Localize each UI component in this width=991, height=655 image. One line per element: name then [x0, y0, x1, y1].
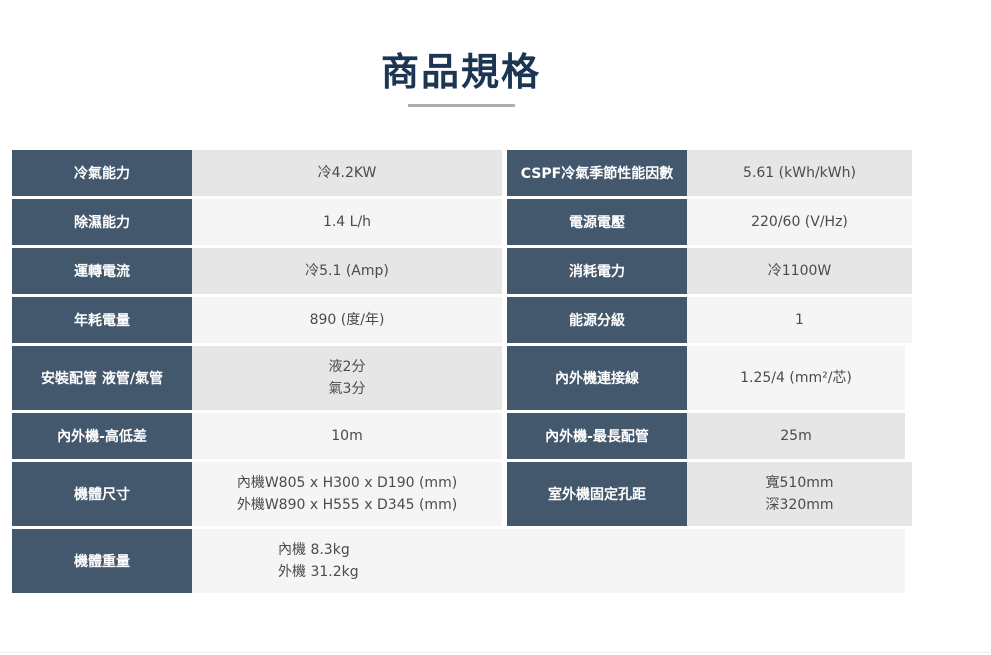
spec-row-weight: 機體重量 內機 8.3kg 外機 31.2kg	[12, 529, 905, 593]
spec-value: 220/60 (V/Hz)	[687, 199, 912, 245]
spec-label: 機體尺寸	[12, 462, 192, 526]
spec-value: 10m	[192, 413, 502, 459]
spec-label: 運轉電流	[12, 248, 192, 294]
spec-label: 內外機-高低差	[12, 413, 192, 459]
spec-label: 室外機固定孔距	[507, 462, 687, 526]
spec-label: 機體重量	[12, 529, 192, 593]
spec-row: 安裝配管 液管/氣管 液2分 氣3分 內外機連接線 1.25/4 (mm²/芯)	[12, 346, 912, 410]
spec-value: 1	[687, 297, 912, 343]
spec-label: CSPF冷氣季節性能因數	[507, 150, 687, 196]
spec-row: 機體尺寸 內機W805 x H300 x D190 (mm) 外機W890 x …	[12, 462, 912, 526]
spec-label: 除濕能力	[12, 199, 192, 245]
spec-value: 冷1100W	[687, 248, 912, 294]
spec-value: 1.25/4 (mm²/芯)	[687, 346, 905, 410]
spec-value: 25m	[687, 413, 905, 459]
page-title: 商品規格	[380, 50, 541, 94]
spec-value: 1.4 L/h	[192, 199, 502, 245]
spec-label: 能源分級	[507, 297, 687, 343]
spec-label: 年耗電量	[12, 297, 192, 343]
spec-value: 5.61 (kWh/kWh)	[687, 150, 912, 196]
spec-label: 冷氣能力	[12, 150, 192, 196]
title-underline	[408, 104, 515, 107]
spec-row: 運轉電流 冷5.1 (Amp) 消耗電力 冷1100W	[12, 248, 912, 294]
spec-value: 寬510mm 深320mm	[687, 462, 912, 526]
footer-divider	[0, 652, 991, 653]
spec-label: 安裝配管 液管/氣管	[12, 346, 192, 410]
spec-label: 消耗電力	[507, 248, 687, 294]
spec-value: 890 (度/年)	[192, 297, 502, 343]
spec-row: 除濕能力 1.4 L/h 電源電壓 220/60 (V/Hz)	[12, 199, 912, 245]
spec-row: 內外機-高低差 10m 內外機-最長配管 25m	[12, 413, 912, 459]
spec-value: 冷4.2KW	[192, 150, 502, 196]
spec-row: 冷氣能力 冷4.2KW CSPF冷氣季節性能因數 5.61 (kWh/kWh)	[12, 150, 912, 196]
spec-label: 內外機-最長配管	[507, 413, 687, 459]
spec-row: 年耗電量 890 (度/年) 能源分級 1	[12, 297, 912, 343]
spec-label: 內外機連接線	[507, 346, 687, 410]
spec-label: 電源電壓	[507, 199, 687, 245]
spec-value: 液2分 氣3分	[192, 346, 502, 410]
spec-value: 內機W805 x H300 x D190 (mm) 外機W890 x H555 …	[192, 462, 502, 526]
spec-value: 內機 8.3kg 外機 31.2kg	[192, 529, 905, 593]
spec-value: 冷5.1 (Amp)	[192, 248, 502, 294]
